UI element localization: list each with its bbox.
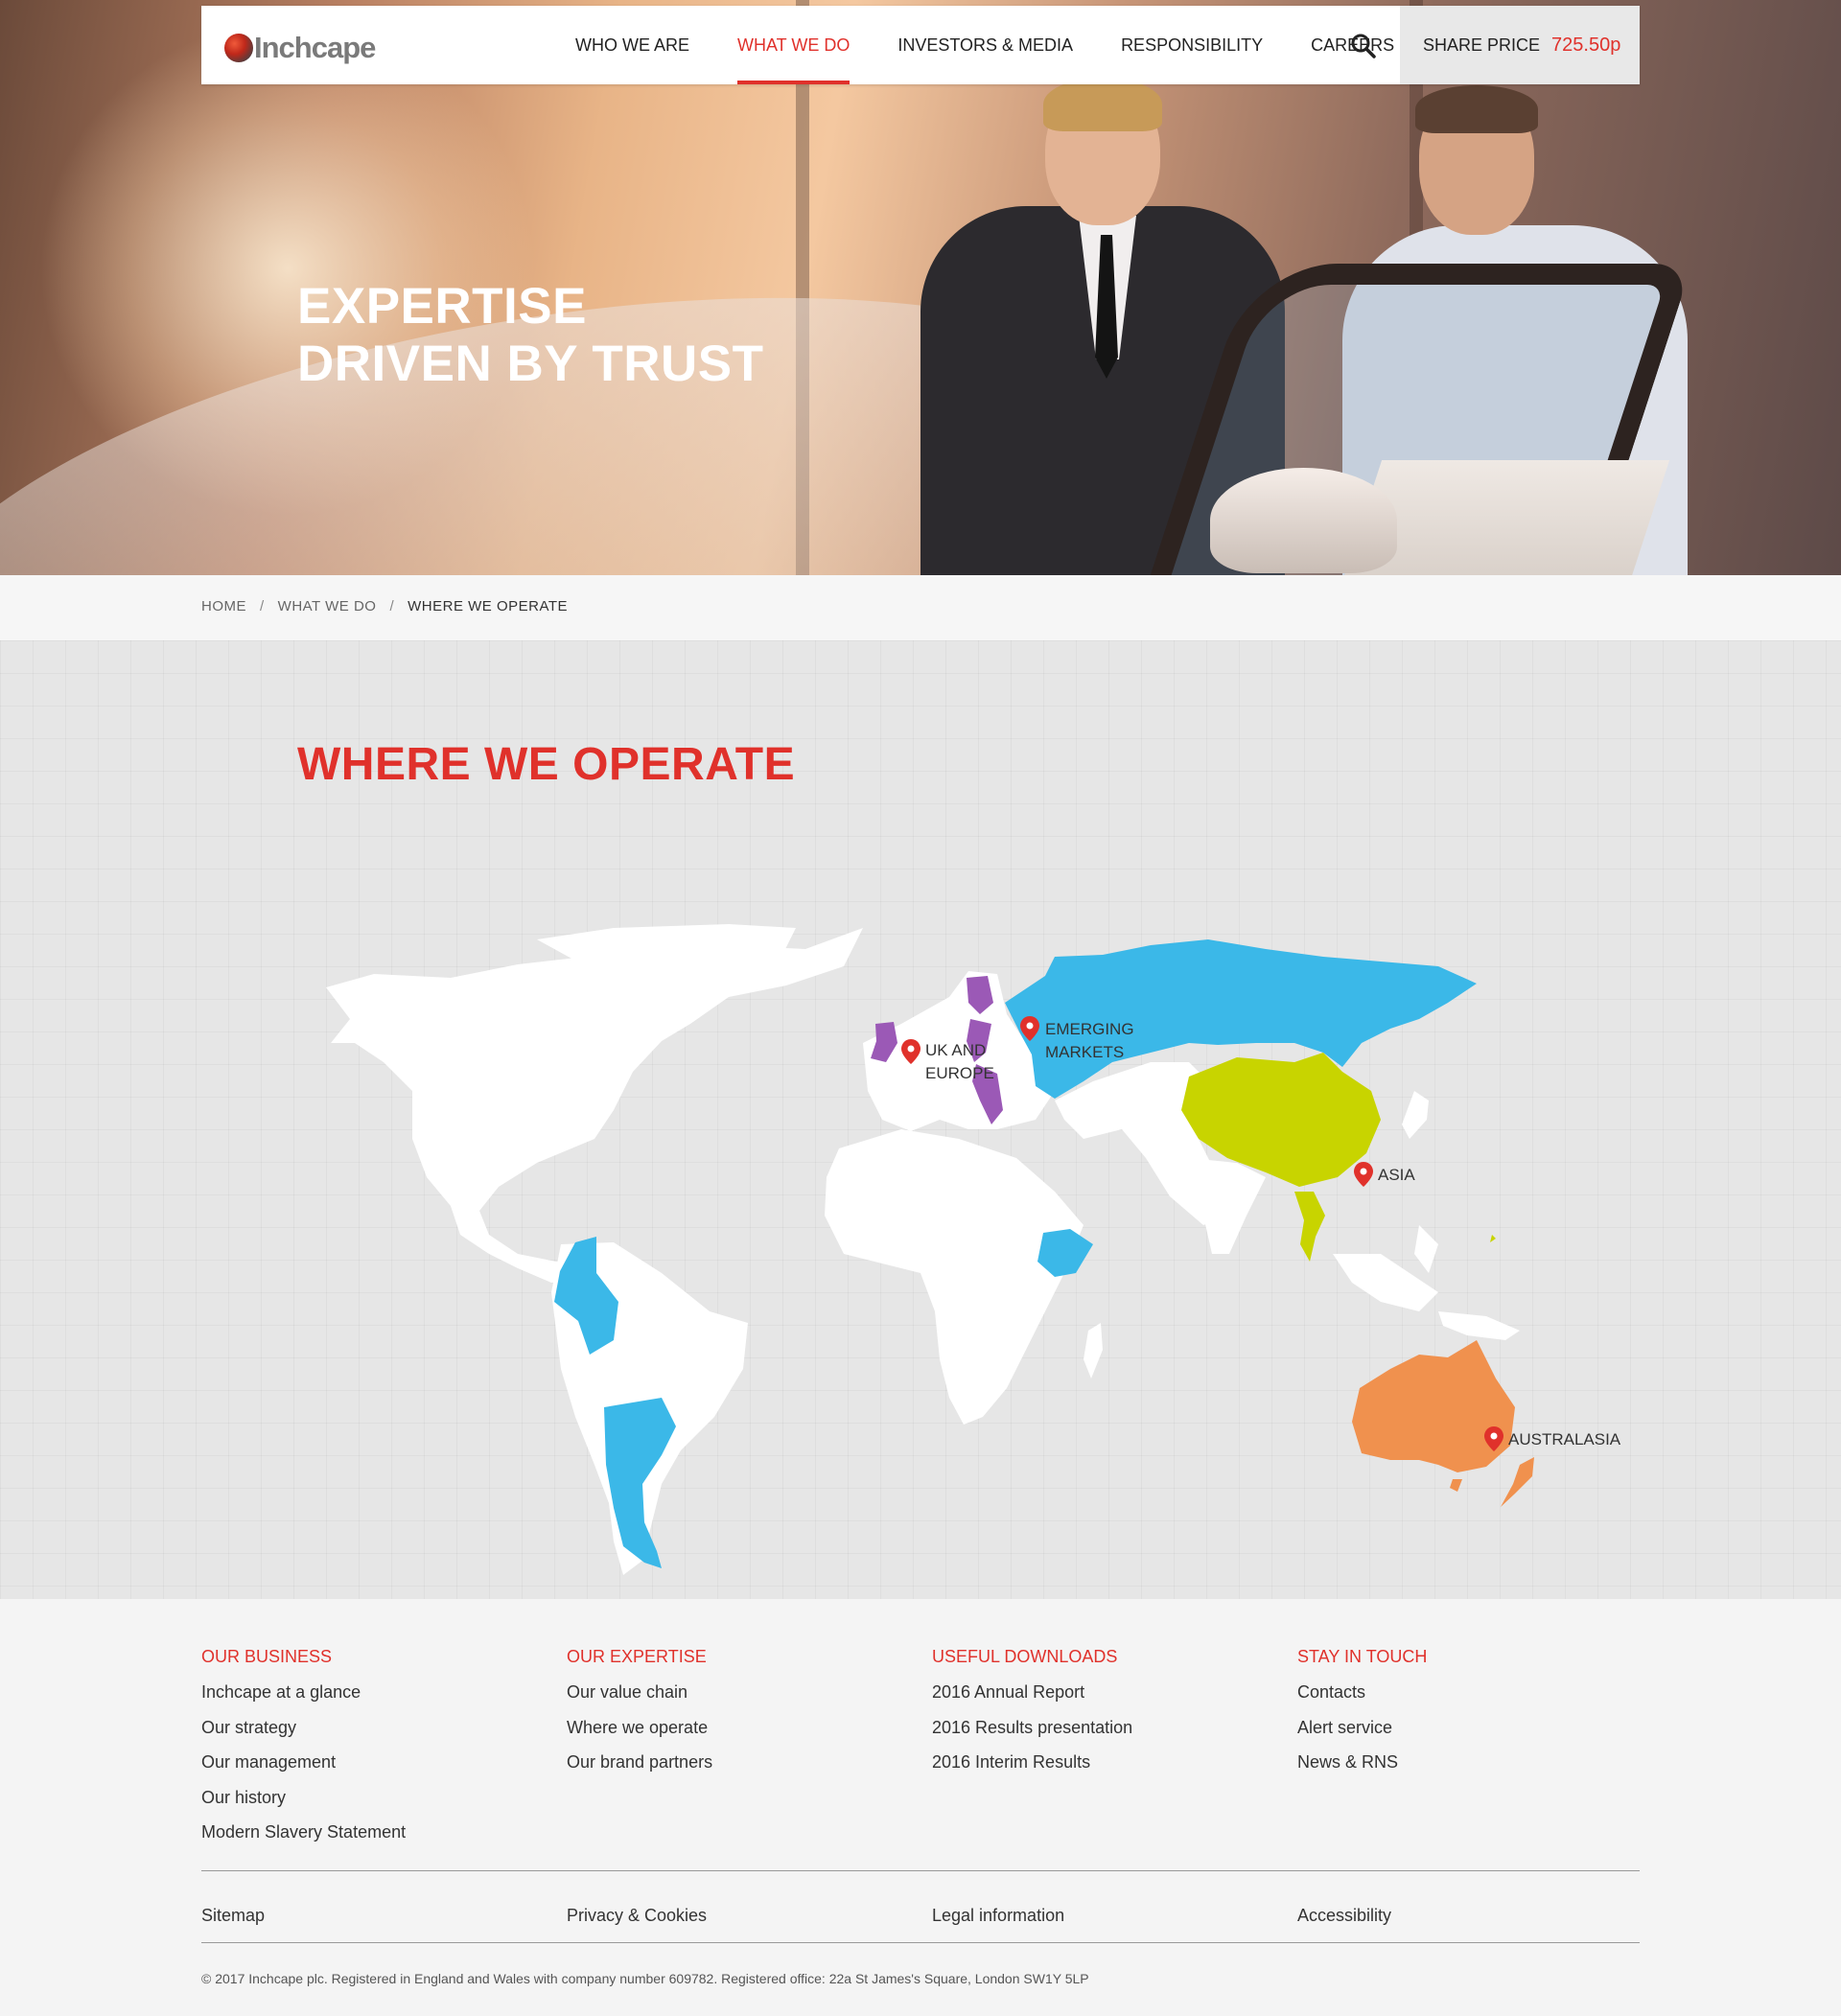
footer-col-stay-in-touch: STAY IN TOUCH Contacts Alert service New… <box>1297 1647 1643 1780</box>
share-price-box[interactable]: SHARE PRICE 725.50p <box>1400 6 1640 84</box>
nav-item-investors-media[interactable]: INVESTORS & MEDIA <box>897 6 1073 84</box>
top-navbar: Inchcape WHO WE ARE WHAT WE DO INVESTORS… <box>201 6 1640 84</box>
footer-col-our-business: OUR BUSINESS Inchcape at a glance Our st… <box>201 1647 547 1850</box>
breadcrumb-current: WHERE WE OPERATE <box>408 598 569 614</box>
footer-link-accessibility[interactable]: Accessibility <box>1297 1906 1391 1926</box>
nav-item-what-we-do[interactable]: WHAT WE DO <box>737 6 851 84</box>
breadcrumb-what-we-do[interactable]: WHAT WE DO <box>278 598 377 614</box>
footer-link[interactable]: News & RNS <box>1297 1745 1643 1780</box>
breadcrumb-separator: / <box>389 598 395 614</box>
region-label-line1: UK AND <box>925 1041 987 1059</box>
nav-item-responsibility[interactable]: RESPONSIBILITY <box>1121 6 1263 84</box>
breadcrumb-bar: HOME / WHAT WE DO / WHERE WE OPERATE <box>0 575 1841 640</box>
map-japan <box>1402 1091 1429 1139</box>
region-label-line1: ASIA <box>1378 1166 1415 1184</box>
logo-text: Inchcape <box>254 31 376 64</box>
footer-col-our-expertise: OUR EXPERTISE Our value chain Where we o… <box>567 1647 912 1780</box>
map-madagascar <box>1084 1323 1103 1379</box>
footer-link-legal[interactable]: Legal information <box>932 1906 1064 1926</box>
region-label-line1: EMERGING <box>1045 1020 1134 1038</box>
footer-link[interactable]: Contacts <box>1297 1675 1643 1710</box>
nav-item-who-we-are[interactable]: WHO WE ARE <box>575 6 689 84</box>
region-label-line1: AUSTRALASIA <box>1508 1430 1621 1448</box>
region-label-australasia[interactable]: AUSTRALASIA <box>1508 1428 1620 1451</box>
map-region-australasia <box>1352 1340 1534 1507</box>
footer-link-sitemap[interactable]: Sitemap <box>201 1906 265 1926</box>
map-north-america <box>326 928 863 1283</box>
world-map <box>326 924 1534 1575</box>
marker-asia <box>1354 1162 1373 1187</box>
footer-link[interactable]: Our strategy <box>201 1710 547 1746</box>
map-png-indonesia <box>1438 1311 1520 1340</box>
footer-heading: STAY IN TOUCH <box>1297 1647 1428 1666</box>
footer-divider <box>201 1870 1640 1871</box>
site-footer: OUR BUSINESS Inchcape at a glance Our st… <box>0 1599 1841 2016</box>
footer-heading: OUR EXPERTISE <box>567 1647 707 1666</box>
hero-title-line1: EXPERTISE <box>297 278 587 335</box>
breadcrumb-home[interactable]: HOME <box>201 598 246 614</box>
footer-link[interactable]: Our history <box>201 1780 547 1816</box>
main-nav: WHO WE ARE WHAT WE DO INVESTORS & MEDIA … <box>575 6 1442 84</box>
footer-link[interactable]: 2016 Annual Report <box>932 1675 1277 1710</box>
footer-link[interactable]: Modern Slavery Statement <box>201 1815 547 1850</box>
hero-title-line2: DRIVEN BY TRUST <box>297 336 764 392</box>
logo-link[interactable]: Inchcape <box>224 31 376 65</box>
region-label-emerging-markets[interactable]: EMERGING MARKETS <box>1045 1018 1134 1064</box>
footer-link-privacy[interactable]: Privacy & Cookies <box>567 1906 707 1926</box>
region-label-line2: MARKETS <box>1045 1043 1125 1061</box>
footer-link[interactable]: Our management <box>201 1745 547 1780</box>
footer-link[interactable]: 2016 Interim Results <box>932 1745 1277 1780</box>
logo-icon <box>224 34 253 62</box>
search-icon[interactable] <box>1350 33 1377 59</box>
footer-heading: OUR BUSINESS <box>201 1647 333 1666</box>
copyright-text: © 2017 Inchcape plc. Registered in Engla… <box>201 1971 1089 1986</box>
where-we-operate-section: WHERE WE OPERATE UK AND EUROPE EMERGING … <box>0 640 1841 1599</box>
hero-car-mirror <box>1210 468 1397 573</box>
share-price-value: 725.50p <box>1551 34 1621 56</box>
region-label-uk-europe[interactable]: UK AND EUROPE <box>925 1039 994 1085</box>
breadcrumb: HOME / WHAT WE DO / WHERE WE OPERATE <box>201 598 568 614</box>
hero-title: EXPERTISE DRIVEN BY TRUST <box>297 278 873 393</box>
share-price-label: SHARE PRICE <box>1423 35 1541 55</box>
map-africa <box>825 1129 1084 1425</box>
footer-link[interactable]: Our value chain <box>567 1675 912 1710</box>
region-label-line2: EUROPE <box>925 1064 994 1082</box>
breadcrumb-separator: / <box>260 598 265 614</box>
footer-link[interactable]: 2016 Results presentation <box>932 1710 1277 1746</box>
footer-link[interactable]: Inchcape at a glance <box>201 1675 547 1710</box>
hero-banner: EXPERTISE DRIVEN BY TRUST <box>0 0 1841 575</box>
footer-col-useful-downloads: USEFUL DOWNLOADS 2016 Annual Report 2016… <box>932 1647 1277 1780</box>
footer-link[interactable]: Alert service <box>1297 1710 1643 1746</box>
region-label-asia[interactable]: ASIA <box>1378 1164 1415 1187</box>
footer-heading: USEFUL DOWNLOADS <box>932 1647 1118 1666</box>
footer-link[interactable]: Our brand partners <box>567 1745 912 1780</box>
footer-divider <box>201 1942 1640 1943</box>
footer-link[interactable]: Where we operate <box>567 1710 912 1746</box>
